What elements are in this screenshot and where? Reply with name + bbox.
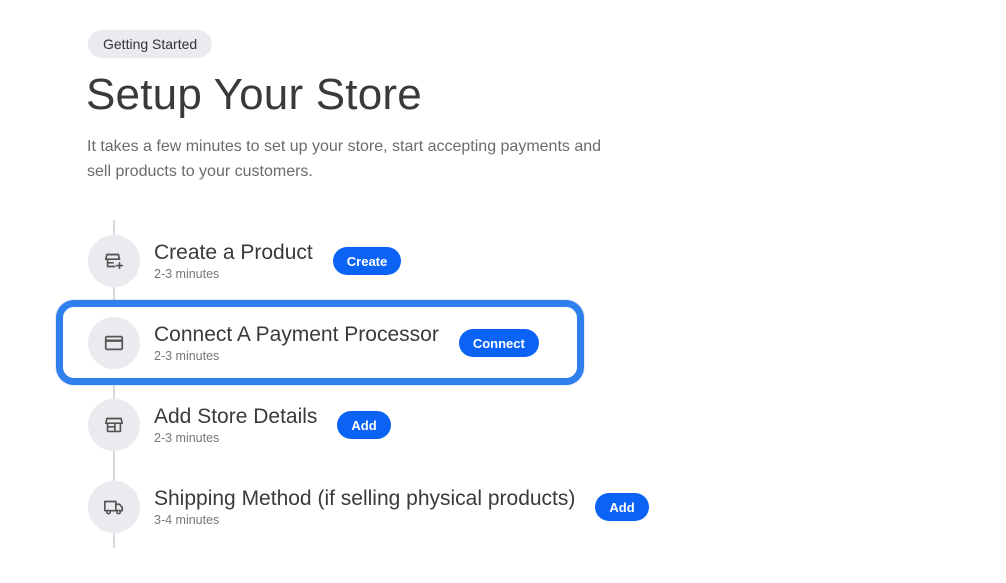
setup-store-page: Getting Started Setup Your Store It take…: [0, 0, 1006, 583]
page-description: It takes a few minutes to set up your st…: [87, 138, 602, 180]
step-title: Create a Product: [154, 240, 313, 264]
add-shipping-method-button[interactable]: Add: [595, 493, 649, 521]
step-duration: 2-3 minutes: [154, 430, 220, 445]
step-create-product: Create a Product 2-3 minutes Create: [88, 235, 402, 287]
storefront-icon: [88, 399, 140, 451]
step-duration: 3-4 minutes: [154, 512, 220, 527]
page-title: Setup Your Store: [86, 70, 422, 119]
step-shipping-method: Shipping Method (if selling physical pro…: [88, 481, 649, 533]
step-add-store-details: Add Store Details 2-3 minutes Add: [88, 399, 391, 451]
step-duration: 2-3 minutes: [154, 348, 220, 363]
create-product-button[interactable]: Create: [332, 247, 402, 275]
add-store-details-button[interactable]: Add: [337, 411, 391, 439]
step-duration: 2-3 minutes: [154, 266, 220, 281]
step-connect-payment-processor: Connect A Payment Processor 2-3 minutes …: [88, 317, 539, 369]
step-title: Connect A Payment Processor: [154, 322, 439, 346]
credit-card-icon: [88, 317, 140, 369]
connect-payment-button[interactable]: Connect: [458, 329, 539, 357]
getting-started-badge: Getting Started: [88, 30, 213, 58]
store-add-icon: [88, 235, 140, 287]
step-title: Add Store Details: [154, 404, 318, 428]
step-title: Shipping Method (if selling physical pro…: [154, 486, 576, 510]
truck-icon: [88, 481, 140, 533]
